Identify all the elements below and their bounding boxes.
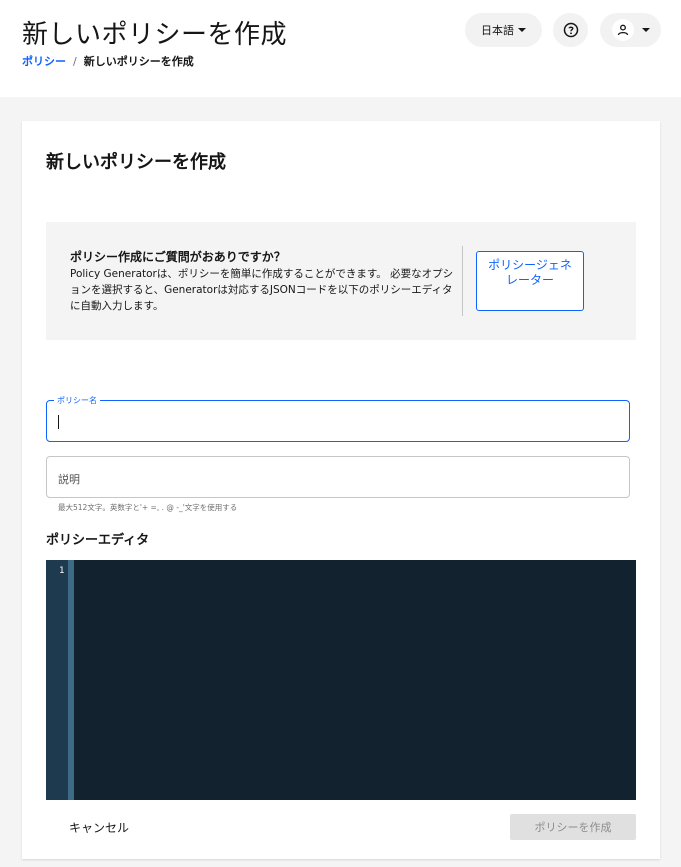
description-placeholder: 説明: [58, 473, 80, 486]
card-title: 新しいポリシーを作成: [46, 152, 226, 173]
chevron-down-icon: [642, 28, 650, 32]
help-button[interactable]: [553, 13, 588, 47]
avatar: [612, 19, 634, 41]
policy-generator-info: ポリシー作成にご質問がおありですか？ Policy Generatorは、ポリシ…: [46, 222, 636, 340]
chevron-down-icon: [518, 28, 526, 32]
policy-editor[interactable]: 1: [46, 560, 636, 800]
language-label: 日本語: [481, 24, 514, 37]
breadcrumb-current: 新しいポリシーを作成: [83, 55, 194, 68]
user-menu-button[interactable]: [600, 13, 661, 47]
description-helper-text: 最大512文字。英数字と'+ =, . @ -_'文字を使用する: [58, 503, 238, 512]
top-header: 新しいポリシーを作成 ポリシー / 新しいポリシーを作成 日本語: [0, 0, 681, 97]
page-title: 新しいポリシーを作成: [22, 20, 288, 50]
policy-name-label: ポリシー名: [54, 395, 100, 406]
breadcrumb-separator: /: [73, 54, 77, 68]
breadcrumb-link-policies[interactable]: ポリシー: [22, 53, 66, 69]
policy-editor-title: ポリシーエディタ: [46, 533, 150, 548]
info-text: Policy Generatorは、ポリシーを簡単に作成することができます。 必…: [70, 268, 454, 312]
language-selector[interactable]: 日本語: [465, 13, 542, 47]
info-heading: ポリシー作成にご質問がおありですか？: [70, 250, 286, 264]
user-icon: [617, 24, 629, 36]
line-number: 1: [59, 566, 65, 576]
policy-generator-button[interactable]: ポリシージェネレーター: [476, 251, 584, 311]
gutter-edge: [68, 560, 74, 800]
create-policy-button[interactable]: ポリシーを作成: [510, 814, 636, 840]
create-policy-card: 新しいポリシーを作成 ポリシー作成にご質問がおありですか？ Policy Gen…: [22, 121, 660, 859]
policy-name-input[interactable]: ポリシー名: [46, 395, 630, 442]
help-circle-icon: [563, 22, 578, 38]
divider: [462, 246, 463, 316]
cancel-button[interactable]: キャンセル: [54, 814, 144, 840]
breadcrumb: ポリシー / 新しいポリシーを作成: [22, 53, 194, 69]
text-cursor: [58, 415, 59, 429]
description-input[interactable]: 説明: [46, 456, 630, 498]
